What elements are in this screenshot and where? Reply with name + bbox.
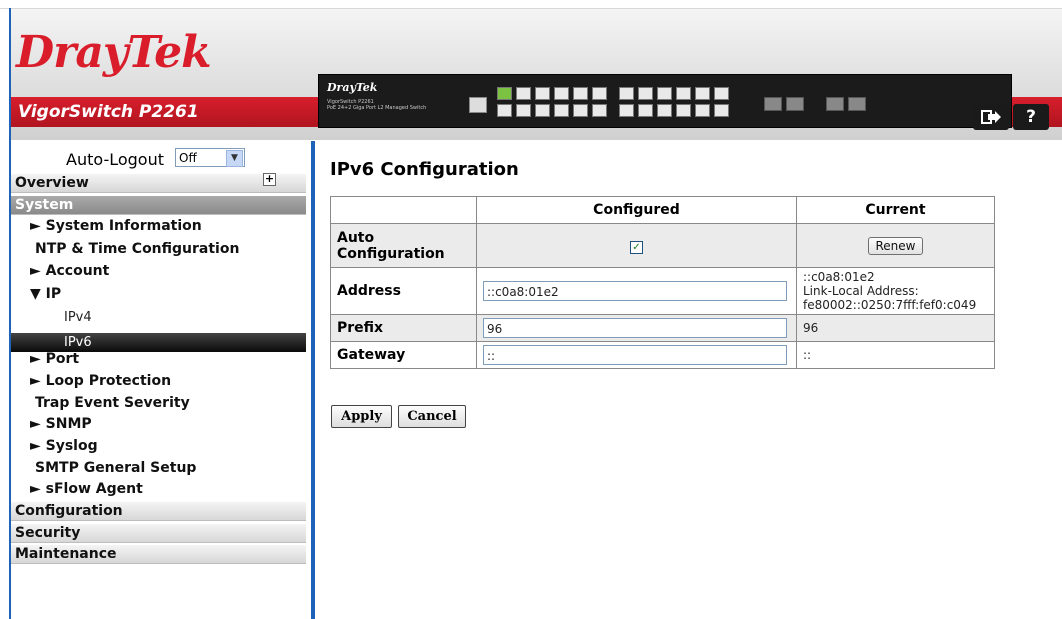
ethernet-port — [573, 104, 588, 117]
switch-panel-image: DrayTek VigorSwitch P2261 PoE 24+2 Giga … — [318, 74, 1012, 128]
ethernet-port — [676, 104, 691, 117]
model-name: VigorSwitch P2261 — [18, 102, 199, 122]
chevron-down-icon: ▼ — [226, 150, 243, 167]
nav-trap-event-severity[interactable]: Trap Event Severity — [35, 395, 190, 411]
nav-security[interactable]: Security — [11, 524, 306, 543]
renew-button[interactable]: Renew — [867, 236, 924, 255]
ethernet-port — [497, 87, 512, 100]
nav-system[interactable]: System — [11, 196, 306, 215]
ethernet-port — [554, 104, 569, 117]
ethernet-port — [619, 104, 634, 117]
ethernet-port — [714, 87, 729, 100]
page-title: IPv6 Configuration — [330, 159, 519, 180]
table-header-row: Configured Current — [330, 196, 995, 224]
nav-configuration[interactable]: Configuration — [11, 502, 306, 521]
gateway-label: Gateway — [330, 341, 477, 369]
header-blank — [330, 196, 477, 224]
nav-ntp-time[interactable]: NTP & Time Configuration — [35, 241, 239, 257]
autologout-label: Auto-Logout — [66, 150, 164, 169]
nav-maintenance[interactable]: Maintenance — [11, 545, 306, 564]
prefix-label: Prefix — [330, 314, 477, 342]
gateway-input[interactable]: :: — [483, 345, 787, 365]
sfp-port — [826, 97, 844, 111]
auto-config-label: Auto Configuration — [330, 223, 477, 268]
ethernet-port — [638, 104, 653, 117]
sidebar-divider — [311, 141, 315, 619]
ethernet-port — [638, 87, 653, 100]
gateway-current: :: — [796, 341, 995, 369]
help-icon[interactable]: ? — [1013, 104, 1049, 130]
nav-account[interactable]: ► Account — [30, 263, 109, 279]
ethernet-port — [554, 87, 569, 100]
ipv6-config-table: Configured Current Auto Configuration ✓ … — [330, 196, 995, 369]
address-label: Address — [330, 267, 477, 315]
ethernet-port — [573, 87, 588, 100]
ethernet-port — [535, 87, 550, 100]
cancel-button[interactable]: Cancel — [398, 405, 466, 428]
nav-overview[interactable]: Overview — [11, 174, 306, 193]
prefix-current: 96 — [796, 314, 995, 342]
ethernet-port — [676, 87, 691, 100]
sfp-port — [764, 97, 782, 111]
table-row: Auto Configuration ✓ Renew — [330, 223, 995, 268]
ethernet-port — [592, 87, 607, 100]
nav-loop-protection[interactable]: ► Loop Protection — [30, 373, 171, 389]
nav-snmp[interactable]: ► SNMP — [30, 416, 92, 432]
nav-sflow-agent[interactable]: ► sFlow Agent — [30, 481, 143, 497]
ethernet-port — [497, 104, 512, 117]
nav-smtp-general-setup[interactable]: SMTP General Setup — [35, 460, 196, 476]
address-input[interactable]: ::c0a8:01e2 — [483, 281, 787, 301]
nav-ipv4[interactable]: IPv4 — [64, 310, 92, 325]
ethernet-port — [535, 104, 550, 117]
ethernet-port — [619, 87, 634, 100]
autologout-select[interactable]: Off ▼ — [175, 148, 245, 167]
device-model: VigorSwitch P2261 PoE 24+2 Giga Port L2 … — [327, 99, 427, 111]
nav-system-information[interactable]: ► System Information — [30, 218, 202, 234]
ethernet-port — [657, 104, 672, 117]
ethernet-port — [657, 87, 672, 100]
brand-logo: DrayTek — [16, 27, 212, 78]
header-current: Current — [796, 196, 995, 224]
device-brand: DrayTek — [327, 81, 378, 94]
table-row: Prefix 96 96 — [330, 314, 995, 342]
ethernet-port — [695, 104, 710, 117]
apply-button[interactable]: Apply — [331, 405, 392, 428]
ethernet-port — [516, 104, 531, 117]
ethernet-port — [714, 104, 729, 117]
auto-config-checkbox[interactable]: ✓ — [630, 240, 643, 254]
console-port — [469, 97, 487, 113]
table-row: Gateway :: :: — [330, 341, 995, 369]
ethernet-port — [592, 104, 607, 117]
sfp-port — [786, 97, 804, 111]
nav-syslog[interactable]: ► Syslog — [30, 438, 98, 454]
ethernet-port — [516, 87, 531, 100]
sfp-port — [848, 97, 866, 111]
nav-ip[interactable]: ▼ IP — [30, 286, 61, 302]
top-border — [0, 0, 1062, 9]
nav-ipv6[interactable]: IPv6 — [11, 333, 306, 352]
header-configured: Configured — [476, 196, 797, 224]
nav-port[interactable]: ► Port — [30, 351, 79, 367]
address-current: ::c0a8:01e2 Link-Local Address: fe80002:… — [796, 267, 995, 315]
expand-plus-icon[interactable]: + — [263, 173, 276, 186]
prefix-input[interactable]: 96 — [483, 318, 787, 338]
table-row: Address ::c0a8:01e2 ::c0a8:01e2 Link-Loc… — [330, 267, 995, 315]
logout-icon[interactable] — [973, 104, 1009, 130]
ethernet-port — [695, 87, 710, 100]
